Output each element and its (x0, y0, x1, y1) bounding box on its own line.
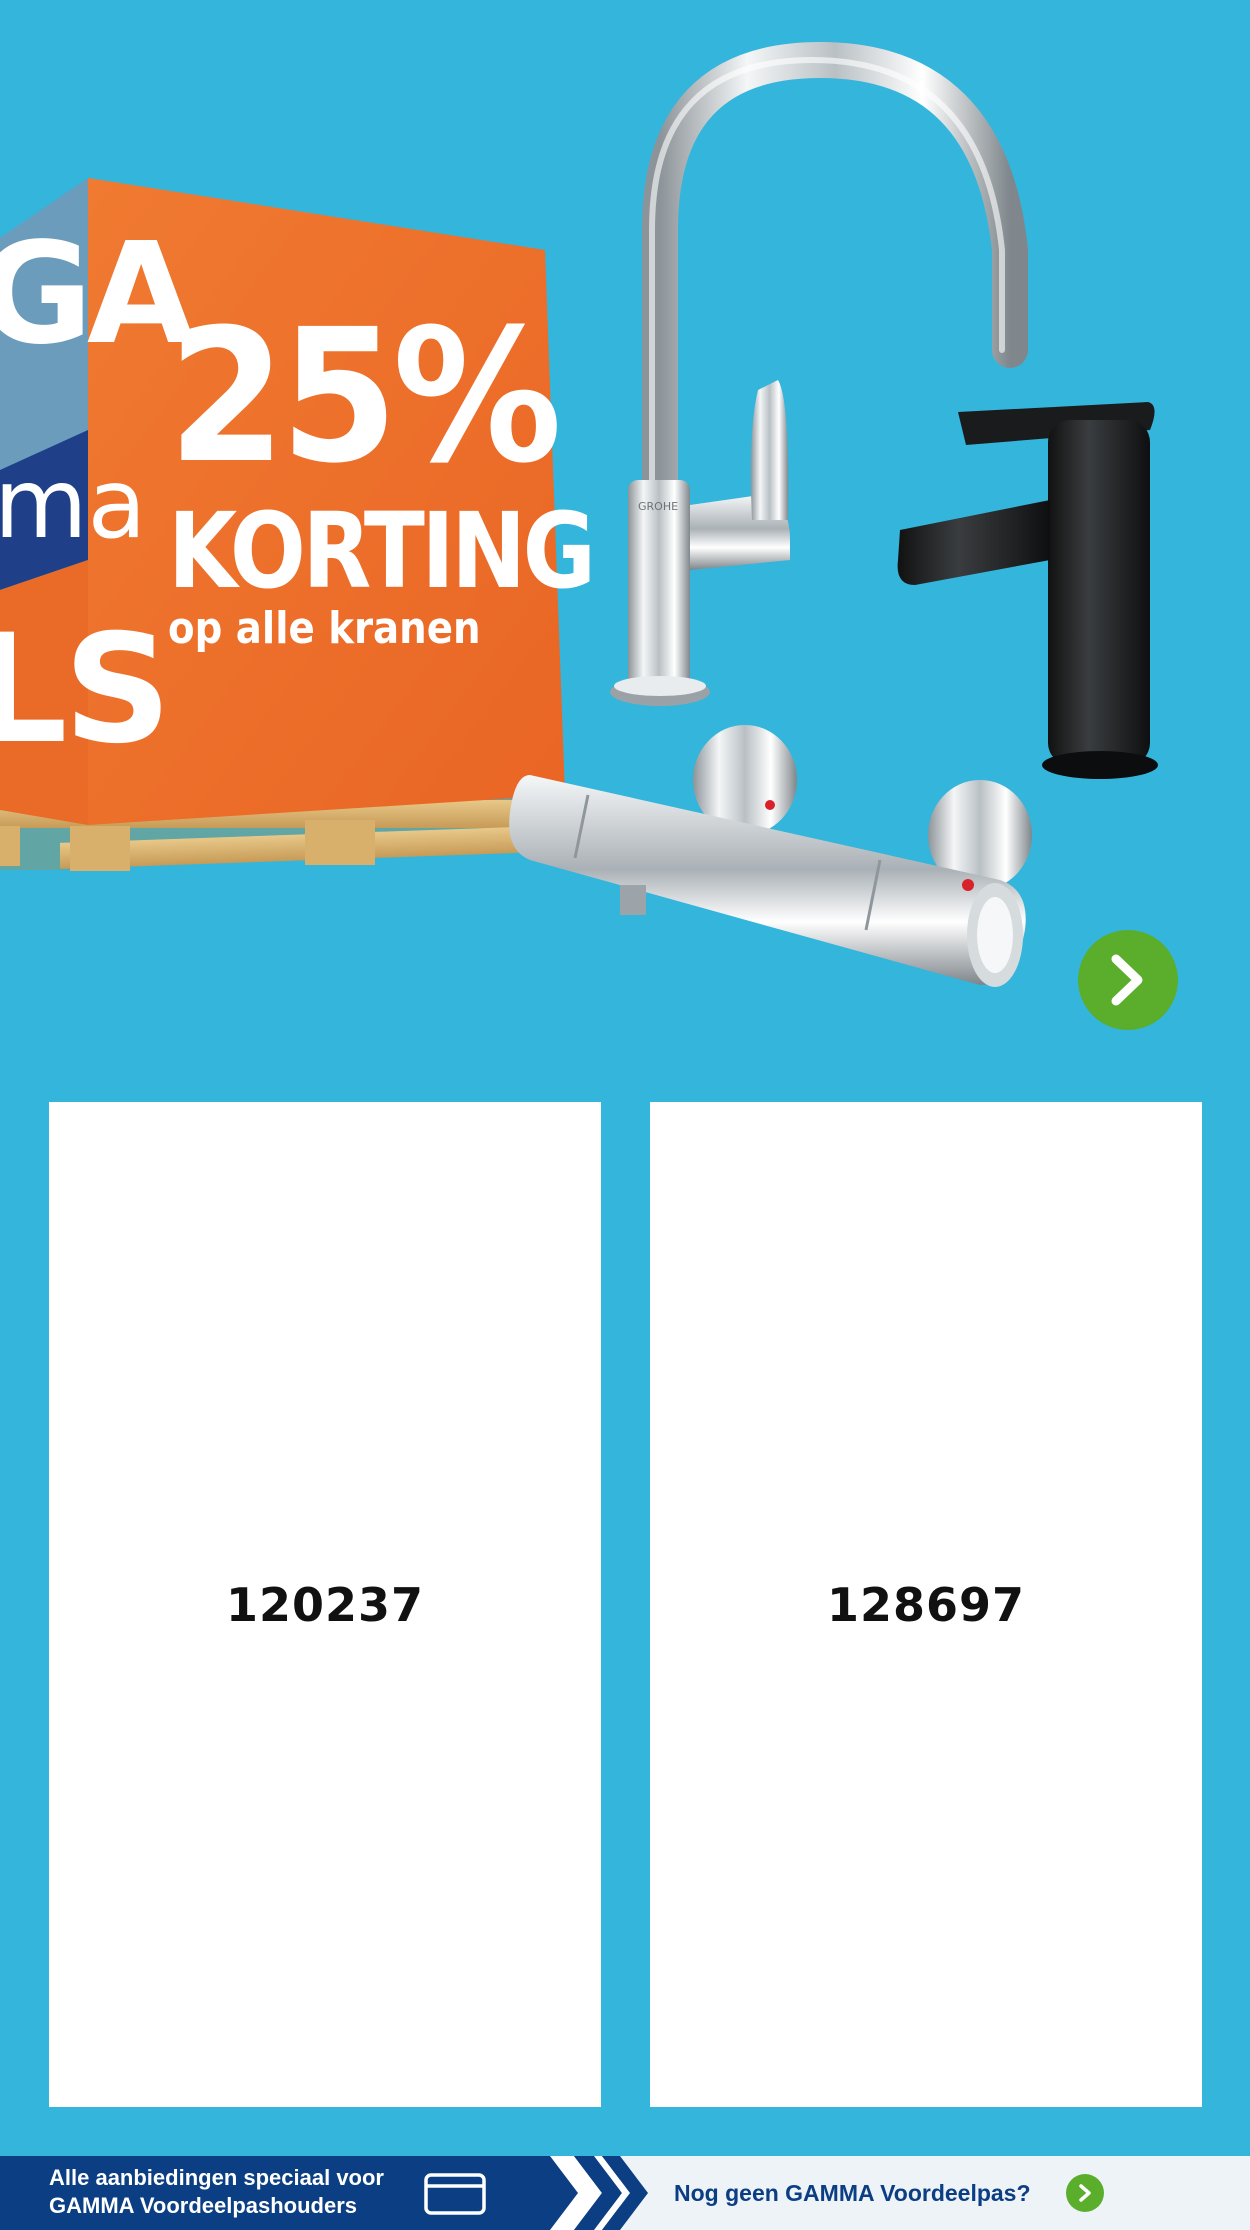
product-card[interactable]: 120237 (49, 1102, 601, 2107)
discount-percentage: 25% (168, 290, 562, 504)
banner-offers-text: Alle aanbiedingen speciaal voor GAMMA Vo… (49, 2164, 384, 2220)
product-code: 128697 (826, 1577, 1026, 1632)
product-code: 120237 (225, 1577, 425, 1632)
card-icon (424, 2173, 486, 2215)
discount-word: KORTING (168, 490, 596, 612)
hero-banner[interactable]: GROHE GA ma LS 25% KORTING op alle krane… (0, 0, 1250, 1080)
black-basin-faucet (897, 402, 1158, 779)
banner-arrow-button[interactable] (1066, 2174, 1104, 2212)
discount-block: 25% KORTING op alle kranen (168, 305, 662, 651)
box-side-text-top: GA (0, 213, 195, 376)
chrome-kitchen-faucet: GROHE (610, 41, 1028, 706)
banner-offers-line2: GAMMA Voordeelpashouders (49, 2193, 358, 2218)
thermostatic-shower-valve (509, 725, 1032, 987)
discount-subtitle: op alle kranen (168, 603, 481, 654)
banner-chevrons (550, 2156, 648, 2230)
chevron-right-icon (1079, 2184, 1091, 2202)
page: GROHE GA ma LS 25% KORTING op alle krane… (0, 0, 1250, 2230)
chevron-right-icon (1111, 954, 1143, 1006)
product-card[interactable]: 128697 (650, 1102, 1202, 2107)
banner-signup-link[interactable]: Nog geen GAMMA Voordeelpas? (674, 2179, 1031, 2207)
box-side-text-bottom: LS (0, 603, 172, 777)
hero-next-button[interactable] (1078, 930, 1178, 1030)
box-side-text-mid: ma (0, 448, 147, 560)
loyalty-banner: Alle aanbiedingen speciaal voor GAMMA Vo… (0, 2156, 1250, 2230)
banner-offers-line1: Alle aanbiedingen speciaal voor (49, 2165, 384, 2190)
